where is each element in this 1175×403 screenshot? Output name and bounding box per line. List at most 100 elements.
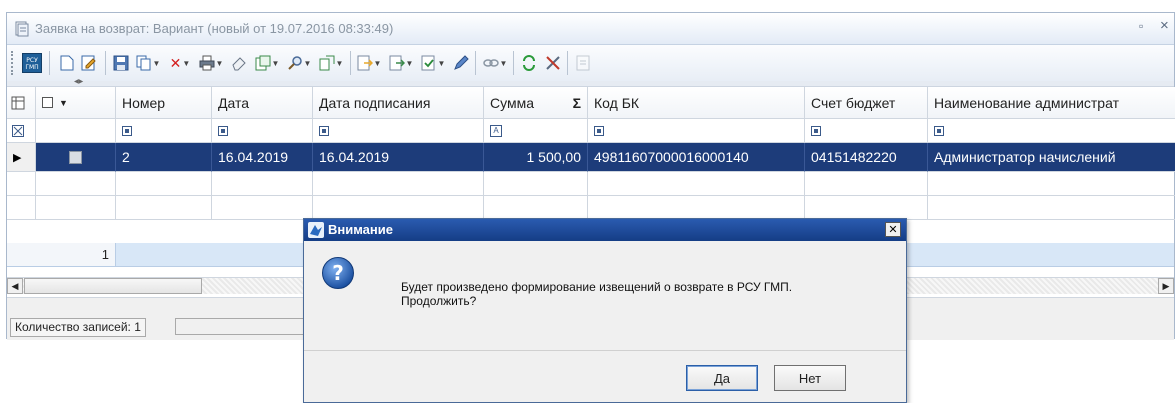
filter-cell-kbk[interactable] <box>588 119 805 143</box>
scroll-thumb[interactable] <box>24 278 202 294</box>
toolbar-separator <box>475 51 476 75</box>
column-header-date[interactable]: Дата <box>212 87 313 119</box>
edit-document-button[interactable] <box>79 53 99 73</box>
pen-icon <box>454 55 469 70</box>
chevron-down-icon: ▼ <box>182 58 191 68</box>
filter-icon[interactable] <box>934 125 944 136</box>
refresh-icon <box>523 55 535 71</box>
column-header-sum[interactable]: Сумма Σ <box>484 87 588 119</box>
chevron-down-icon: ▼ <box>335 58 344 68</box>
export-button[interactable]: ▼ <box>355 53 383 73</box>
cell-number[interactable]: 2 <box>116 143 212 172</box>
row-checkbox-cell[interactable] <box>36 143 116 172</box>
column-header-sign-date[interactable]: Дата подписания <box>313 87 484 119</box>
toolbar-separator <box>350 51 351 75</box>
toolbar-separator <box>49 51 50 75</box>
export-icon <box>357 55 373 71</box>
chevron-down-icon: ▼ <box>499 58 508 68</box>
printer-icon <box>199 55 215 71</box>
current-row-arrow-icon: ▶ <box>13 151 22 164</box>
send-button[interactable]: ▼ <box>387 53 415 73</box>
cell-account[interactable]: 04151482220 <box>805 143 928 172</box>
no-button[interactable]: Нет <box>774 365 846 391</box>
new-document-button[interactable] <box>57 53 77 73</box>
rsu-badge-text-top: РСУ <box>26 57 38 64</box>
cell-date[interactable]: 16.04.2019 <box>212 143 313 172</box>
column-header-kbk[interactable]: Код БК <box>588 87 805 119</box>
filter-icon[interactable] <box>594 125 604 136</box>
column-chooser-cell[interactable] <box>7 87 36 119</box>
documents-icon <box>255 55 271 71</box>
select-all-checkbox[interactable] <box>42 97 53 108</box>
sign-button[interactable] <box>451 53 471 73</box>
restore-button[interactable]: ▫ <box>1139 19 1143 33</box>
grid-header-row: ▼ Номер Дата Дата подписания Сумма Σ Код… <box>7 87 1175 119</box>
cell-sum[interactable]: 1 500,00 <box>484 143 588 172</box>
cell-sign-date[interactable]: 16.04.2019 <box>313 143 484 172</box>
filter-cell-number[interactable] <box>116 119 212 143</box>
filter-cell-account[interactable] <box>805 119 928 143</box>
filter-icon[interactable] <box>811 125 821 136</box>
filter-cell-admin-name[interactable] <box>928 119 1175 143</box>
dialog-close-button[interactable]: ✕ <box>885 222 901 237</box>
documents-button[interactable]: ▼ <box>253 53 281 73</box>
filter-icon[interactable] <box>319 125 329 136</box>
column-header-number[interactable]: Номер <box>116 87 212 119</box>
empty-row <box>7 172 1175 196</box>
cell-admin-name[interactable]: Администратор начислений <box>928 143 1175 172</box>
filter-cell-sign-date[interactable] <box>313 119 484 143</box>
filter-cell-date[interactable] <box>212 119 313 143</box>
print-button[interactable]: ▼ <box>197 53 225 73</box>
settings-button[interactable] <box>543 53 563 73</box>
save-button[interactable] <box>111 53 131 73</box>
link-icon <box>482 59 499 67</box>
scroll-right-button[interactable]: ▶ <box>1158 278 1174 294</box>
cell-kbk[interactable]: 49811607000016000140 <box>588 143 805 172</box>
delete-button[interactable]: ✕ ▼ <box>167 53 193 73</box>
records-count-label: Количество записей: 1 <box>10 318 146 337</box>
table-row[interactable]: ▶ 2 16.04.2019 16.04.2019 1 500,00 49811… <box>7 143 1175 172</box>
check-button[interactable]: ▼ <box>419 53 447 73</box>
chevron-down-icon: ▼ <box>405 58 414 68</box>
chevron-down-icon[interactable]: ▼ <box>59 98 68 108</box>
filter-icon[interactable] <box>218 125 228 136</box>
toolbar-grip[interactable] <box>11 51 17 75</box>
search-icon <box>287 56 302 70</box>
arrow-left-icon: ◀ <box>11 280 19 291</box>
related-documents-button[interactable]: ▼ <box>317 53 345 73</box>
toolbar-separator <box>567 51 568 75</box>
close-icon: ✕ <box>888 224 898 236</box>
column-header-account[interactable]: Счет бюджет <box>805 87 928 119</box>
row-checkbox[interactable] <box>69 150 82 164</box>
refresh-button[interactable] <box>519 53 539 73</box>
filter-icon[interactable] <box>122 125 132 136</box>
close-window-button[interactable]: × <box>1160 17 1169 34</box>
clear-button[interactable] <box>229 53 249 73</box>
links-button[interactable]: ▼ <box>481 53 509 73</box>
tools-icon <box>546 56 560 70</box>
rsu-gmp-button[interactable]: РСУ ГМП <box>21 53 43 73</box>
info-button[interactable] <box>573 53 593 73</box>
filter-clear-cell[interactable] <box>7 119 36 143</box>
dialog-message-line2: Продолжить? <box>401 294 477 308</box>
text-filter-icon[interactable]: A <box>490 124 502 137</box>
copy-button[interactable]: ▼ <box>134 53 162 73</box>
related-documents-icon <box>319 55 335 71</box>
send-icon <box>389 55 405 71</box>
title-bar: Заявка на возврат: Вариант (новый от 19.… <box>7 13 1174 45</box>
dialog-title-bar: Внимание ✕ <box>304 219 906 241</box>
chevron-down-icon: ▼ <box>215 58 224 68</box>
column-header-admin-name[interactable]: Наименование администрат <box>928 87 1175 119</box>
confirm-dialog: Внимание ✕ ? Будет произведено формирова… <box>303 218 907 403</box>
svg-text:?: ? <box>332 261 344 285</box>
scroll-left-button[interactable]: ◀ <box>7 278 23 294</box>
filter-cell-sum[interactable]: A <box>484 119 588 143</box>
empty-row <box>7 196 1175 220</box>
search-button[interactable]: ▼ <box>285 53 313 73</box>
clear-filter-icon <box>12 124 24 137</box>
yes-button[interactable]: Да <box>686 365 758 391</box>
select-all-cell[interactable]: ▼ <box>36 87 116 119</box>
dialog-message: Будет произведено формирование извещений… <box>401 280 881 308</box>
window-title: Заявка на возврат: Вариант (новый от 19.… <box>35 21 394 36</box>
rsu-gmp-icon: РСУ ГМП <box>22 53 42 73</box>
